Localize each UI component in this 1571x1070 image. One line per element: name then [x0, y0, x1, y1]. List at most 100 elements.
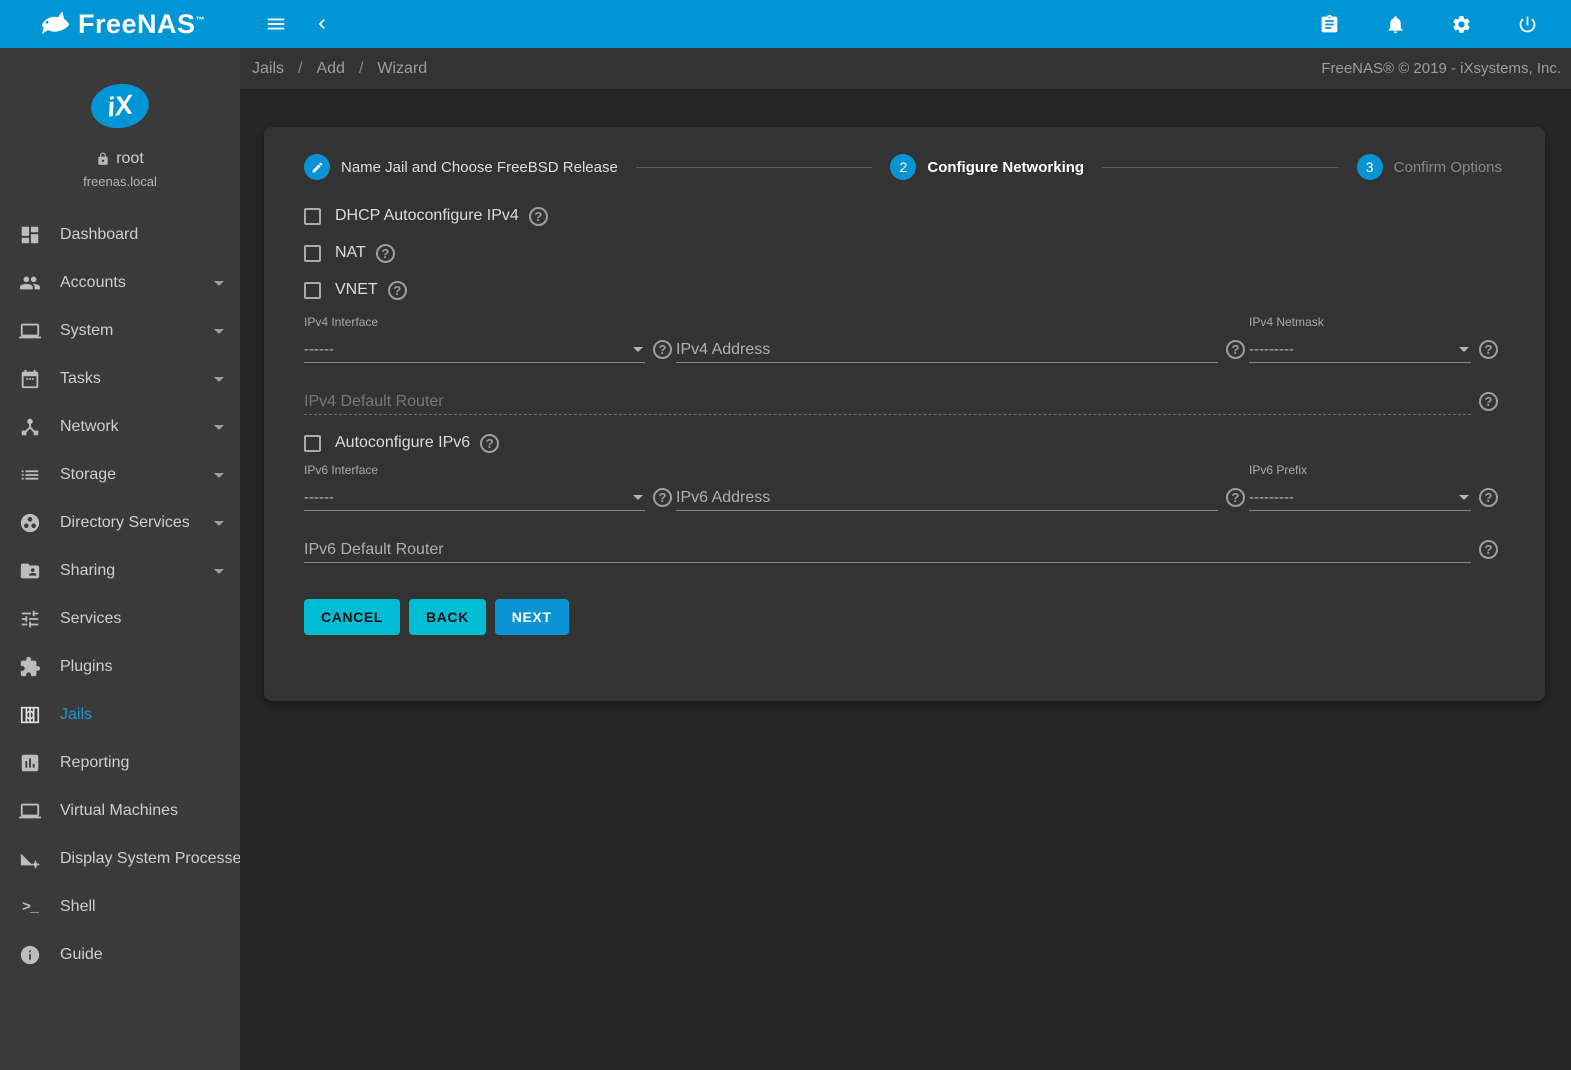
sidebar-item-display-system-processes[interactable]: Display System Processes [0, 835, 240, 883]
help-icon[interactable]: ? [480, 434, 499, 453]
sidebar-item-network[interactable]: Network [0, 403, 240, 451]
nat-checkbox[interactable] [304, 245, 321, 262]
help-icon[interactable]: ? [1479, 392, 1498, 411]
help-icon[interactable]: ? [1226, 340, 1245, 359]
help-icon[interactable]: ? [1479, 540, 1498, 559]
sidebar-item-directory-services[interactable]: Directory Services [0, 499, 240, 547]
sidebar-item-reporting[interactable]: Reporting [0, 739, 240, 787]
sidebar-item-system[interactable]: System [0, 307, 240, 355]
power-button[interactable] [1507, 4, 1547, 44]
sidebar-nav: Dashboard Accounts System Tasks Network [0, 211, 240, 979]
step-connector [636, 167, 873, 168]
ix-systems-logo: iX [88, 80, 152, 132]
sidebar: iX root freenas.local Dashboard Accounts… [0, 48, 240, 1070]
dashboard-icon [18, 223, 42, 247]
sidebar-item-dashboard[interactable]: Dashboard [0, 211, 240, 259]
help-icon[interactable]: ? [388, 281, 407, 300]
menu-toggle-button[interactable] [256, 4, 296, 44]
storage-list-icon [18, 463, 42, 487]
vnet-checkbox[interactable] [304, 282, 321, 299]
ipv6-interface-select[interactable]: ------ [304, 485, 645, 511]
settings-button[interactable] [1441, 4, 1481, 44]
expand-arrow-icon [214, 329, 224, 334]
ipv4-router-row: ? [304, 389, 1502, 415]
wizard-card: Name Jail and Choose FreeBSD Release 2 C… [264, 127, 1545, 701]
chevron-down-icon [1459, 347, 1469, 352]
collapse-sidenav-button[interactable] [302, 4, 342, 44]
step-2-number: 2 [890, 154, 916, 180]
task-manager-button[interactable] [1309, 4, 1349, 44]
help-icon[interactable]: ? [376, 244, 395, 263]
sidebar-item-tasks[interactable]: Tasks [0, 355, 240, 403]
bar-chart-icon [18, 751, 42, 775]
step-1[interactable]: Name Jail and Choose FreeBSD Release [304, 154, 618, 180]
help-icon[interactable]: ? [653, 488, 672, 507]
sidebar-item-accounts[interactable]: Accounts [0, 259, 240, 307]
dhcp-autoconfigure-checkbox[interactable] [304, 208, 321, 225]
step-2[interactable]: 2 Configure Networking [890, 154, 1084, 180]
ipv6-address-input[interactable] [676, 485, 1218, 511]
cancel-button[interactable]: CANCEL [304, 599, 400, 635]
breadcrumb-jails[interactable]: Jails [252, 60, 284, 78]
wizard-stepper: Name Jail and Choose FreeBSD Release 2 C… [304, 154, 1502, 180]
power-icon [1517, 14, 1538, 35]
breadcrumb: Jails / Add / Wizard [252, 60, 427, 78]
autoconfigure-ipv6-checkbox[interactable] [304, 435, 321, 452]
step-3[interactable]: 3 Confirm Options [1357, 154, 1502, 180]
folder-shared-icon [18, 559, 42, 583]
laptop-icon [18, 799, 42, 823]
ipv6-default-router-input[interactable] [304, 537, 1471, 563]
breadcrumb-wizard: Wizard [377, 60, 427, 78]
ipv4-address-input[interactable] [676, 337, 1218, 363]
tune-sliders-icon [18, 607, 42, 631]
sidebar-item-services[interactable]: Services [0, 595, 240, 643]
breadcrumb-bar: Jails / Add / Wizard FreeNAS® © 2019 - i… [240, 48, 1571, 90]
puzzle-icon [18, 655, 42, 679]
info-icon [18, 943, 42, 967]
expand-arrow-icon [214, 281, 224, 286]
clipboard-icon [1319, 14, 1340, 35]
jail-icon [18, 703, 42, 727]
ipv6-router-row: ? [304, 537, 1502, 563]
help-icon[interactable]: ? [1479, 340, 1498, 359]
gear-icon [1451, 14, 1472, 35]
sidebar-item-shell[interactable]: >_ Shell [0, 883, 240, 931]
terminal-icon: >_ [18, 895, 42, 919]
expand-arrow-icon [214, 521, 224, 526]
help-icon[interactable]: ? [1479, 488, 1498, 507]
dhcp-autoconfigure-row: DHCP Autoconfigure IPv4 ? [304, 204, 1502, 228]
autoconfigure-ipv6-row: Autoconfigure IPv6 ? [304, 431, 1502, 455]
sidebar-item-storage[interactable]: Storage [0, 451, 240, 499]
ipv4-netmask-select[interactable]: --------- [1249, 337, 1471, 363]
lock-icon [96, 152, 110, 166]
bell-icon [1385, 14, 1406, 35]
chevron-down-icon [633, 495, 643, 500]
sidebar-item-sharing[interactable]: Sharing [0, 547, 240, 595]
sidebar-item-plugins[interactable]: Plugins [0, 643, 240, 691]
ipv4-default-router-input[interactable] [304, 389, 1471, 415]
ipv4-row: IPv4 Interface ------ ? ? IPv4 Netmask [304, 315, 1502, 363]
sidebar-item-jails[interactable]: Jails [0, 691, 240, 739]
next-button[interactable]: NEXT [495, 599, 569, 635]
hamburger-icon [265, 13, 287, 35]
help-icon[interactable]: ? [1226, 488, 1245, 507]
sidebar-item-virtual-machines[interactable]: Virtual Machines [0, 787, 240, 835]
ipv6-prefix-select[interactable]: --------- [1249, 485, 1471, 511]
shark-icon [36, 9, 70, 39]
notifications-button[interactable] [1375, 4, 1415, 44]
group-work-icon [18, 511, 42, 535]
chevron-left-icon [312, 14, 332, 34]
expand-arrow-icon [214, 473, 224, 478]
laptop-icon [18, 319, 42, 343]
freenas-logo: FreeNAS™ [0, 0, 240, 48]
sidebar-item-guide[interactable]: Guide [0, 931, 240, 979]
ipv4-interface-select[interactable]: ------ [304, 337, 645, 363]
expand-arrow-icon [214, 425, 224, 430]
calendar-icon [18, 367, 42, 391]
processes-chart-icon [18, 847, 42, 871]
back-button[interactable]: BACK [409, 599, 486, 635]
help-icon[interactable]: ? [653, 340, 672, 359]
step-3-number: 3 [1357, 154, 1383, 180]
breadcrumb-add[interactable]: Add [316, 60, 344, 78]
help-icon[interactable]: ? [529, 207, 548, 226]
